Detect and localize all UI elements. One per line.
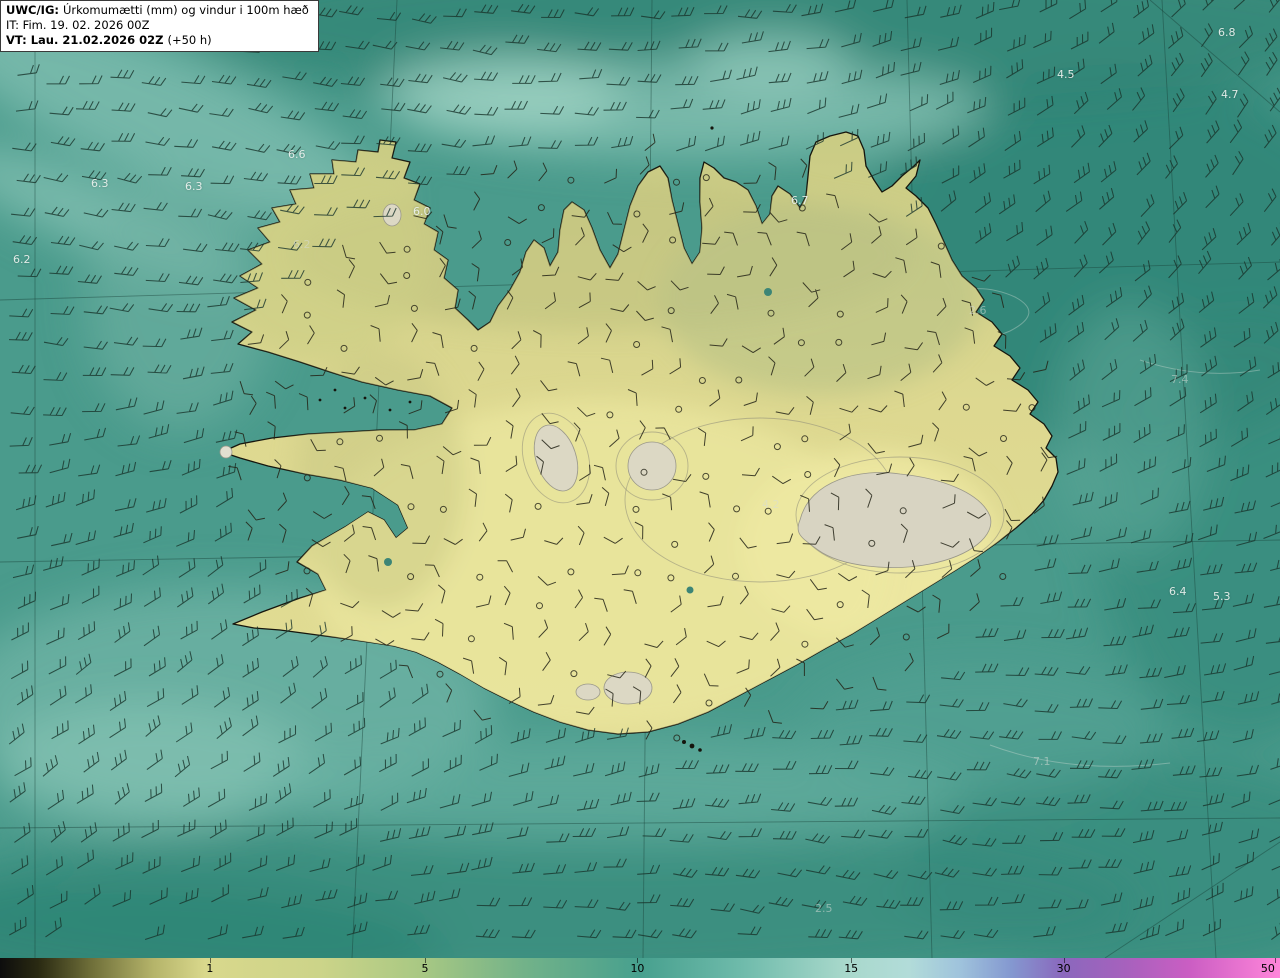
weather-map-frame: 6.8 4.5 4.7 6.6 6.3 6.3 6.0 6.2 6.7 6.2 2.6 7.4 6.4 5…: [0, 0, 1280, 978]
valid-time: VT: Lau. 21.02.2026 02Z: [6, 32, 164, 47]
valid-time-line: VT: Lau. 21.02.2026 02Z (+50 h): [6, 33, 309, 48]
colorbar-tick-label: 50: [1260, 961, 1275, 975]
colorbar-tick-label: 30: [1056, 961, 1071, 975]
map-area: 6.8 4.5 4.7 6.6 6.3 6.3 6.0 6.2 6.7 6.2 2.6 7.4 6.4 5…: [0, 0, 1280, 958]
colorbar-tick: [1274, 958, 1276, 963]
title-box: UWC/IG: Úrkomumætti (mm) og vindur i 100m…: [0, 0, 319, 52]
product-label: UWC/IG:: [6, 3, 59, 17]
colorbar-tick-label: 5: [421, 961, 429, 975]
init-time-line: IT: Fim. 19. 02. 2026 00Z: [6, 17, 150, 32]
colorbar-tick-label: 1: [206, 961, 214, 975]
product-title-line: UWC/IG: Úrkomumætti (mm) og vindur i 100m…: [6, 3, 309, 18]
valid-offset: (+50 h): [167, 32, 212, 47]
colorbar-tick-label: 10: [630, 961, 645, 975]
colorbar-tick-label: 15: [844, 961, 859, 975]
precipitation-wind-map: [0, 0, 1280, 958]
precipitation-colorbar: 1 5 10 15 30 50: [0, 958, 1280, 978]
product-title: Úrkomumætti (mm) og vindur i 100m hæð: [62, 3, 309, 17]
